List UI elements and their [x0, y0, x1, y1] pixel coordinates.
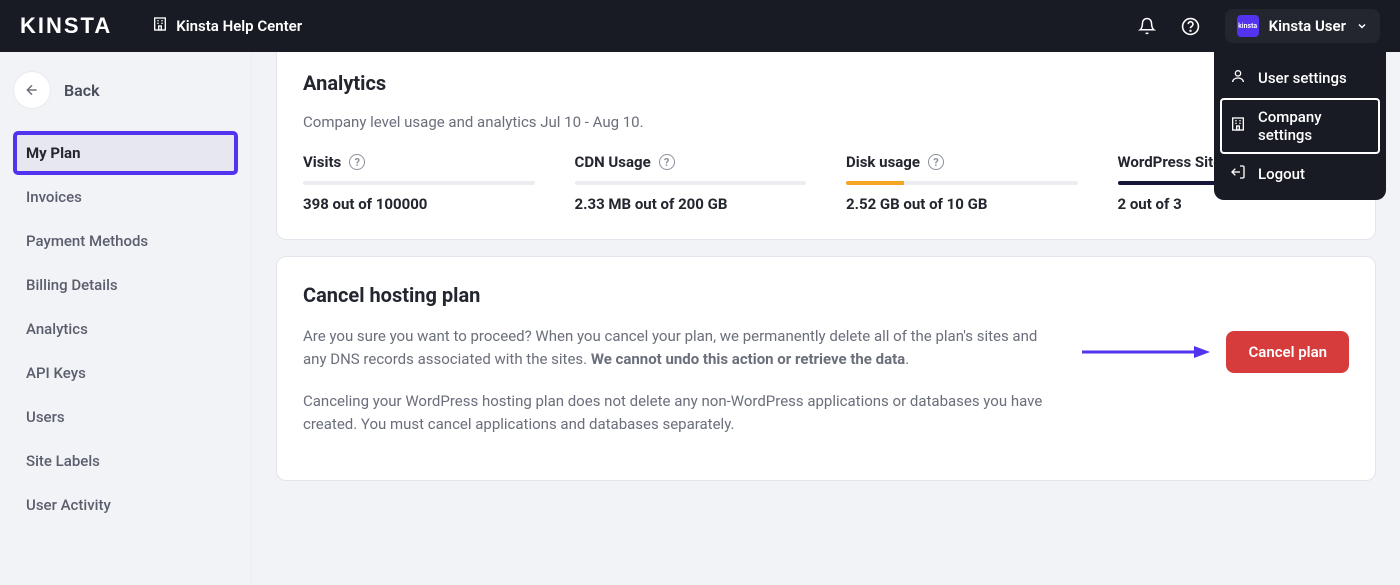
sidebar-item-user-activity[interactable]: User Activity — [14, 484, 237, 526]
avatar: kinsta — [1237, 15, 1259, 37]
cancel-p1-tail: . — [905, 350, 909, 368]
cancel-title: Cancel hosting plan — [303, 283, 1349, 307]
analytics-title: Analytics — [303, 71, 1349, 95]
user-icon — [1230, 68, 1246, 88]
stat-label: Disk usage — [846, 153, 920, 171]
analytics-subtitle: Company level usage and analytics Jul 10… — [303, 113, 1349, 131]
help-center-link[interactable]: Kinsta Help Center — [152, 16, 302, 36]
bell-icon[interactable] — [1137, 16, 1157, 36]
chevron-down-icon — [1356, 17, 1368, 36]
user-dropdown: User settings Company settings Logout — [1214, 52, 1386, 200]
help-circle-icon[interactable]: ? — [928, 154, 944, 170]
back-label: Back — [64, 81, 100, 100]
cancel-text: Are you sure you want to proceed? When y… — [303, 325, 1050, 454]
cancel-p1-strong: We cannot undo this action or retrieve t… — [591, 350, 905, 368]
sidebar-item-users[interactable]: Users — [14, 396, 237, 438]
side-nav: My Plan Invoices Payment Methods Billing… — [14, 132, 237, 526]
stats-row: Visits ? 398 out of 100000 CDN Usage ? 2… — [303, 153, 1349, 213]
stat-value: 2.52 GB out of 10 GB — [846, 195, 1078, 213]
user-menu-trigger[interactable]: kinsta Kinsta User — [1225, 9, 1380, 43]
stat-value: 398 out of 100000 — [303, 195, 535, 213]
sidebar-item-api-keys[interactable]: API Keys — [14, 352, 237, 394]
arrow-right-icon — [1080, 342, 1210, 362]
dropdown-item-label: Logout — [1258, 165, 1305, 183]
sidebar-item-site-labels[interactable]: Site Labels — [14, 440, 237, 482]
stat-label: WordPress Sites — [1118, 153, 1230, 171]
stat-value: 2.33 MB out of 200 GB — [575, 195, 807, 213]
cancel-card: Cancel hosting plan Are you sure you wan… — [276, 256, 1376, 481]
dropdown-item-label: User settings — [1258, 69, 1347, 87]
sidebar-item-invoices[interactable]: Invoices — [14, 176, 237, 218]
help-circle-icon[interactable]: ? — [349, 154, 365, 170]
stat-label: CDN Usage — [575, 153, 651, 171]
dropdown-item-company-settings[interactable]: Company settings — [1220, 98, 1380, 154]
topbar-left: KINSTA Kinsta Help Center — [20, 13, 302, 39]
arrow-left-icon — [14, 72, 50, 108]
help-center-label: Kinsta Help Center — [176, 17, 302, 35]
help-circle-icon[interactable]: ? — [659, 154, 675, 170]
stat-cdn: CDN Usage ? 2.33 MB out of 200 GB — [575, 153, 807, 213]
sidebar-item-billing-details[interactable]: Billing Details — [14, 264, 237, 306]
progress-bar — [303, 181, 535, 185]
dropdown-item-user-settings[interactable]: User settings — [1220, 58, 1380, 98]
stat-visits: Visits ? 398 out of 100000 — [303, 153, 535, 213]
stat-label: Visits — [303, 153, 341, 171]
stat-disk: Disk usage ? 2.52 GB out of 10 GB — [846, 153, 1078, 213]
topbar: KINSTA Kinsta Help Center kinsta Kinsta … — [0, 0, 1400, 52]
cancel-plan-button[interactable]: Cancel plan — [1226, 331, 1349, 373]
sidebar-item-payment-methods[interactable]: Payment Methods — [14, 220, 237, 262]
layout: Back My Plan Invoices Payment Methods Bi… — [0, 52, 1400, 585]
sidebar-item-analytics[interactable]: Analytics — [14, 308, 237, 350]
analytics-card: View details Analytics Company level usa… — [276, 52, 1376, 240]
building-icon — [1230, 116, 1246, 136]
topbar-right: kinsta Kinsta User — [1137, 9, 1380, 43]
sidebar-item-my-plan[interactable]: My Plan — [14, 132, 237, 174]
help-circle-icon[interactable] — [1181, 16, 1201, 36]
dropdown-item-label: Company settings — [1258, 108, 1370, 144]
progress-bar — [575, 181, 807, 185]
dropdown-item-logout[interactable]: Logout — [1220, 154, 1380, 194]
sidebar: Back My Plan Invoices Payment Methods Bi… — [0, 52, 252, 585]
user-name: Kinsta User — [1269, 17, 1346, 35]
cancel-actions: Cancel plan — [1080, 325, 1349, 373]
cancel-p2: Canceling your WordPress hosting plan do… — [303, 390, 1050, 437]
logout-icon — [1230, 164, 1246, 184]
building-icon — [152, 16, 168, 36]
back-button[interactable]: Back — [14, 72, 237, 108]
progress-bar — [846, 181, 1078, 185]
logo: KINSTA — [20, 13, 112, 39]
